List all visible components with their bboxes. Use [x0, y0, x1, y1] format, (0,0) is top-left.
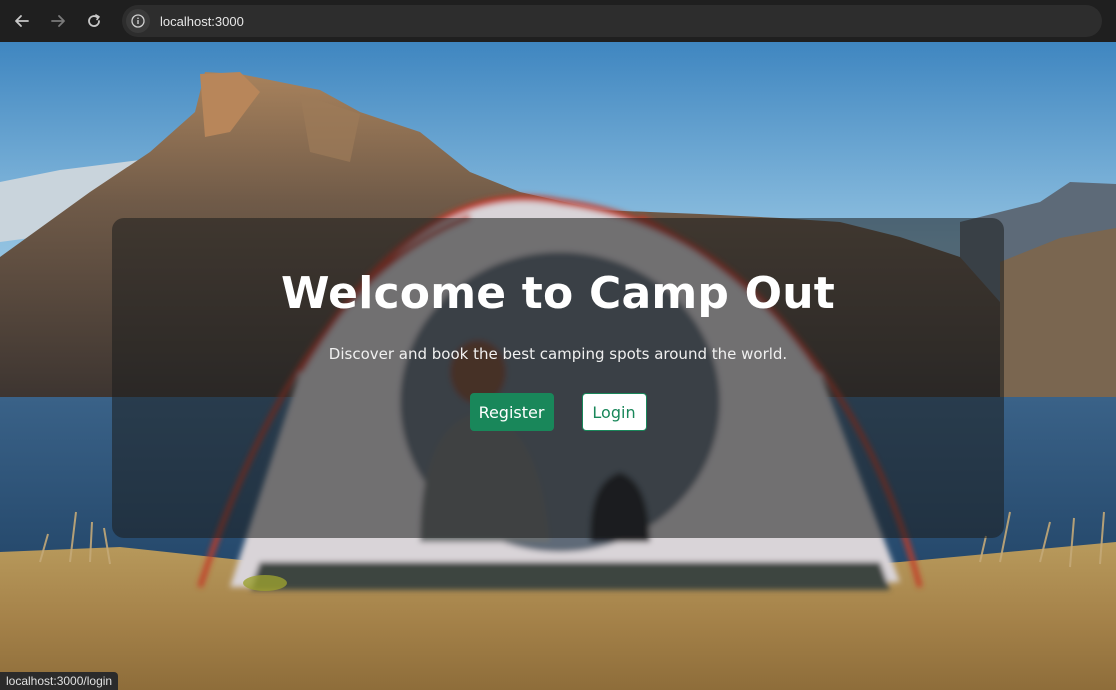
hero-title: Welcome to Camp Out [281, 268, 835, 319]
back-button[interactable] [8, 7, 36, 35]
info-icon [131, 14, 145, 28]
reload-icon [88, 14, 100, 27]
url-text[interactable]: localhost:3000 [160, 14, 244, 29]
hero-subtitle: Discover and book the best camping spots… [328, 345, 788, 363]
hero-card: Welcome to Camp Out Discover and book th… [112, 218, 1004, 538]
browser-toolbar: localhost:3000 [0, 0, 1116, 42]
page-viewport: Welcome to Camp Out Discover and book th… [0, 42, 1116, 690]
register-button[interactable]: Register [469, 393, 554, 431]
hero-actions: Register Login [469, 393, 647, 431]
arrow-left-icon [15, 15, 29, 27]
forward-button[interactable] [44, 7, 72, 35]
address-bar[interactable]: localhost:3000 [122, 5, 1102, 37]
arrow-right-icon [51, 15, 65, 27]
site-info-button[interactable] [126, 9, 150, 33]
reload-button[interactable] [80, 7, 108, 35]
link-status-bar: localhost:3000/login [0, 672, 119, 690]
login-button[interactable]: Login [581, 393, 647, 431]
